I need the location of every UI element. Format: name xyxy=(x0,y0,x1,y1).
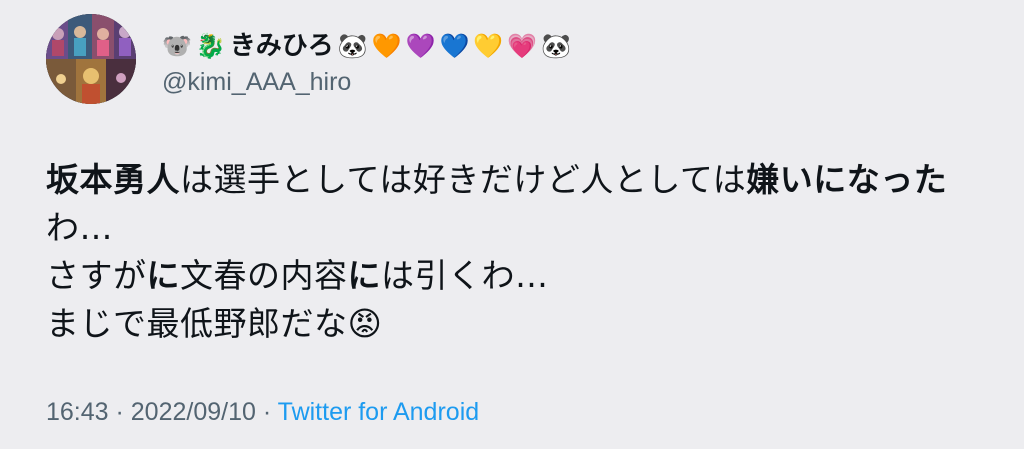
text-segment: わ… xyxy=(46,208,113,247)
yellow-heart-emoji: 💛 xyxy=(473,32,504,60)
meta-separator: · xyxy=(108,398,131,426)
tweet-source-link[interactable]: Twitter for Android xyxy=(278,398,479,426)
text-segment: に xyxy=(347,256,381,295)
display-name[interactable]: 🐨 🐉 きみひろ 🐼 🧡 💜 💙 💛 💗 🐼 xyxy=(162,26,571,66)
display-name-text: きみひろ xyxy=(229,31,334,61)
blue-heart-emoji: 💙 xyxy=(439,32,470,60)
text-segment: まじで最低野郎だな😡 xyxy=(46,304,383,343)
text-segment: 文春の内容 xyxy=(180,256,348,295)
tweet-time[interactable]: 16:43 xyxy=(46,398,109,426)
text-segment: 坂本勇人 xyxy=(46,160,180,199)
avatar-image xyxy=(46,14,136,104)
tweet-card: 🐨 🐉 きみひろ 🐼 🧡 💜 💙 💛 💗 🐼 @kimi_AAA_hiro 坂本… xyxy=(0,0,1024,449)
tweet-date[interactable]: 2022/09/10 xyxy=(131,398,256,426)
tweet-text-line-4: まじで最低野郎だな😡 xyxy=(46,300,996,348)
text-segment: は選手としては好きだけど人としては xyxy=(180,160,747,199)
text-segment: に xyxy=(146,256,180,295)
tweet-text: 坂本勇人は選手としては好きだけど人としては嫌いになった わ… さすがに文春の内容… xyxy=(46,156,996,348)
panda-emoji: 🐼 xyxy=(337,32,368,60)
growing-heart-emoji: 💗 xyxy=(507,32,538,60)
user-handle[interactable]: @kimi_AAA_hiro xyxy=(162,66,351,98)
text-segment: 嫌いになった xyxy=(746,160,948,199)
tweet-meta: 16:43 · 2022/09/10 · Twitter for Android xyxy=(46,396,479,428)
purple-heart-emoji: 💜 xyxy=(405,32,436,60)
text-segment: は引くわ… xyxy=(381,256,549,295)
tweet-text-line-2: わ… xyxy=(46,204,996,252)
dragon-emoji: 🐉 xyxy=(195,32,226,60)
meta-separator: · xyxy=(255,398,278,426)
text-segment: さすが xyxy=(46,256,147,295)
tweet-text-line-1: 坂本勇人は選手としては好きだけど人としては嫌いになった xyxy=(46,156,996,204)
avatar[interactable] xyxy=(46,14,136,104)
tweet-text-line-3: さすがに文春の内容には引くわ… xyxy=(46,252,996,300)
panda-emoji: 🐼 xyxy=(541,32,572,60)
koala-emoji: 🐨 xyxy=(162,32,192,60)
orange-heart-emoji: 🧡 xyxy=(371,32,402,60)
